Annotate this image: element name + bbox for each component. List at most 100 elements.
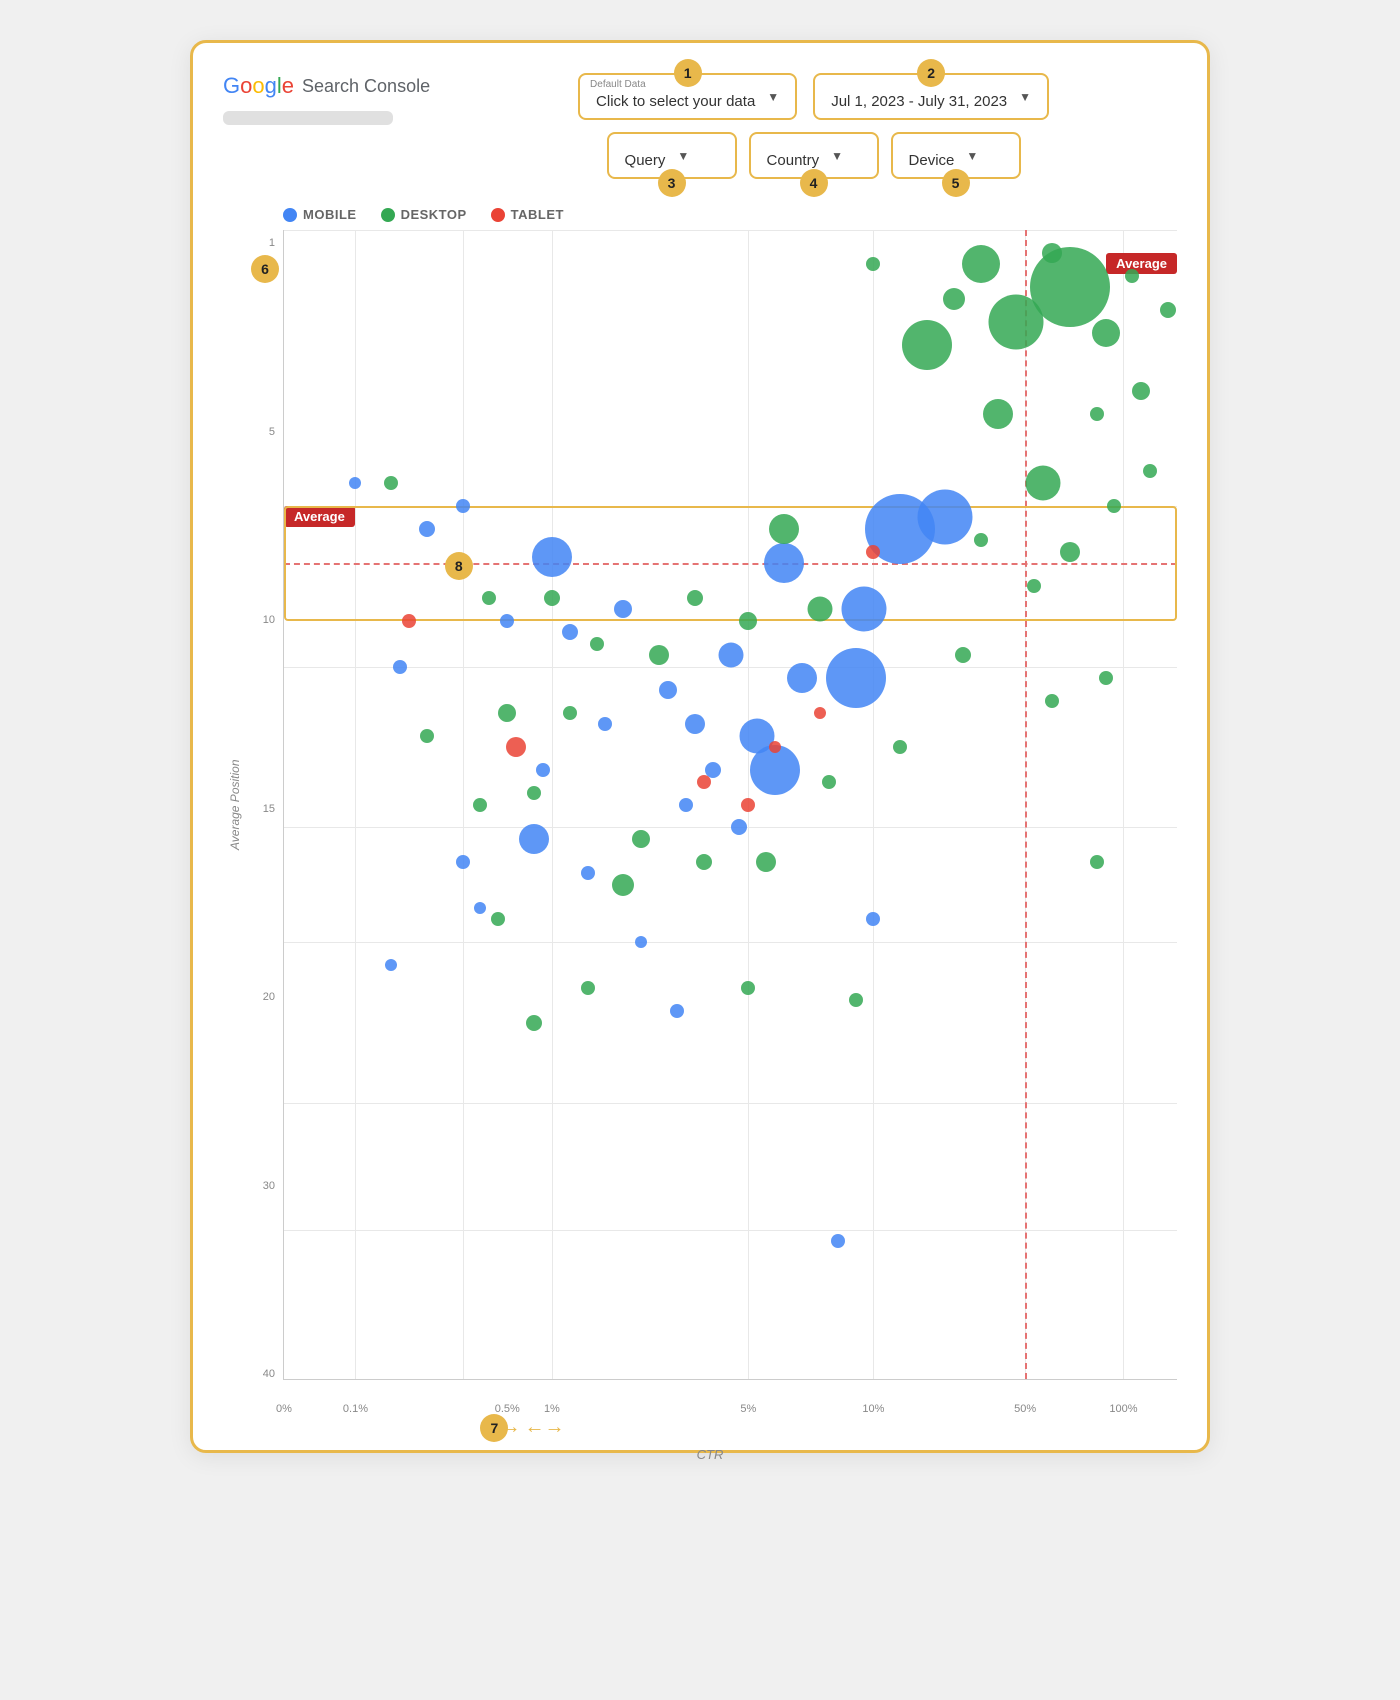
bubble-mobile-5 [764,543,804,583]
badge-8: 8 [445,552,473,580]
bubble-desktop-37 [822,775,836,789]
search-console-text: Search Console [302,76,430,97]
bubble-mobile-24 [536,763,550,777]
bubble-desktop-34 [632,830,650,848]
bubble-desktop-32 [473,798,487,812]
bubble-mobile-15 [349,477,361,489]
badge-2: 2 [917,59,945,87]
bubble-tablet-7 [814,707,826,719]
logo-subtitle-bar [223,111,393,125]
bubble-mobile-4 [826,648,886,708]
y-tick-20: 20 [243,992,281,1003]
bubble-mobile-29 [635,936,647,948]
g-letter-g2: g [265,73,277,98]
legend: MOBILE DESKTOP TABLET [283,207,1177,222]
bubble-tablet-3 [697,775,711,789]
x-tick-05: 0.5% [495,1403,520,1415]
y-tick-40: 40 [243,1369,281,1380]
avg-label-right: Average [1106,253,1177,274]
bubble-desktop-21 [807,597,832,622]
grid-h-30 [284,1103,1177,1104]
bubble-desktop-25 [590,637,604,651]
grid-v-1 [552,230,553,1379]
date-dropdown-arrow: ▼ [1019,90,1031,104]
bubble-desktop-20 [769,514,799,544]
y-axis-label: Average Position [223,230,243,1380]
bubble-desktop-4 [1092,319,1120,347]
bubble-mobile-27 [456,855,470,869]
x-tick-100: 100% [1109,1403,1137,1415]
badge-7-area: ←→ 7 ←→ [480,1416,564,1439]
x-axis-label: CTR [697,1447,724,1462]
bubble-desktop-18 [1027,579,1041,593]
chart-plot: Average Average [283,230,1177,1380]
bubble-desktop-44 [581,981,595,995]
y-axis: 1 5 10 15 20 30 40 [243,238,281,1380]
g-letter-o2: o [252,73,264,98]
bubble-tablet-1 [402,614,416,628]
bubble-mobile-32 [385,959,397,971]
logo: Google Search Console [223,73,430,99]
grid-v-10 [873,230,874,1379]
bubble-desktop-47 [1090,855,1104,869]
bubble-desktop-13 [1026,465,1061,500]
x-tick-01: 0.1% [343,1403,368,1415]
bubble-mobile-19 [614,600,632,618]
bubble-desktop-31 [420,729,434,743]
grid-h-40 [284,1230,1177,1231]
bubble-tablet-2 [506,737,526,757]
bubble-desktop-42 [612,874,634,896]
bubble-desktop-3 [962,245,1000,283]
x-tick-1: 1% [544,1403,560,1415]
bubble-mobile-14 [456,499,470,513]
bubble-desktop-11 [983,399,1013,429]
bubble-desktop-45 [526,1015,542,1031]
bubble-desktop-5 [1042,243,1062,263]
bubble-mobile-33 [831,1234,845,1248]
bubble-desktop-38 [893,740,907,754]
badge-1: 1 [674,59,702,87]
avg-h-line [284,563,1177,565]
bubble-desktop-8 [1160,302,1176,318]
country-label: Country [767,142,820,169]
bubble-desktop-23 [687,590,703,606]
bubble-mobile-21 [731,819,747,835]
bubble-desktop-40 [1045,694,1059,708]
chart-container: 6 → Average Position 1 5 10 15 20 30 40 [223,230,1177,1410]
bubble-tablet-5 [769,741,781,753]
query-selector-wrapper: Query ▼ 3 [607,132,737,179]
bubble-mobile-23 [598,717,612,731]
bubble-mobile-9 [685,714,705,734]
bubble-mobile-17 [393,660,407,674]
bubble-desktop-26 [544,590,560,606]
bubble-desktop-46 [849,993,863,1007]
bubble-mobile-6 [787,663,817,693]
grid-v-01 [355,230,356,1379]
device-dropdown-arrow: ▼ [966,149,978,163]
date-selector-wrapper: 2 Jul 1, 2023 - July 31, 2023 ▼ [813,73,1049,120]
bubble-desktop-17 [1107,499,1121,513]
mobile-dot [283,208,297,222]
controls-top: 1 Default Data Click to select your data… [450,73,1177,179]
data-label-small: Default Data [590,79,646,90]
bubble-mobile-12 [532,537,572,577]
badge-6-area: 6 → [251,258,269,279]
bubble-mobile-16 [500,614,514,628]
bubble-mobile-28 [474,902,486,914]
bubble-desktop-19 [974,533,988,547]
y-tick-1: 1 [243,238,281,249]
logo-area: Google Search Console [223,73,430,125]
bubble-desktop-10 [1090,407,1104,421]
bubble-desktop-36 [756,852,776,872]
bubble-mobile-13 [419,521,435,537]
bubble-desktop-2 [989,294,1044,349]
legend-mobile: MOBILE [283,207,357,222]
bubble-tablet-4 [741,798,755,812]
country-selector-wrapper: Country ▼ 4 [749,132,879,179]
controls-row1: 1 Default Data Click to select your data… [450,73,1177,120]
arrow-right-7: ←→ [524,1416,564,1439]
tablet-dot [491,208,505,222]
legend-desktop: DESKTOP [381,207,467,222]
bubble-desktop-9 [1125,269,1139,283]
bubble-mobile-30 [670,1004,684,1018]
